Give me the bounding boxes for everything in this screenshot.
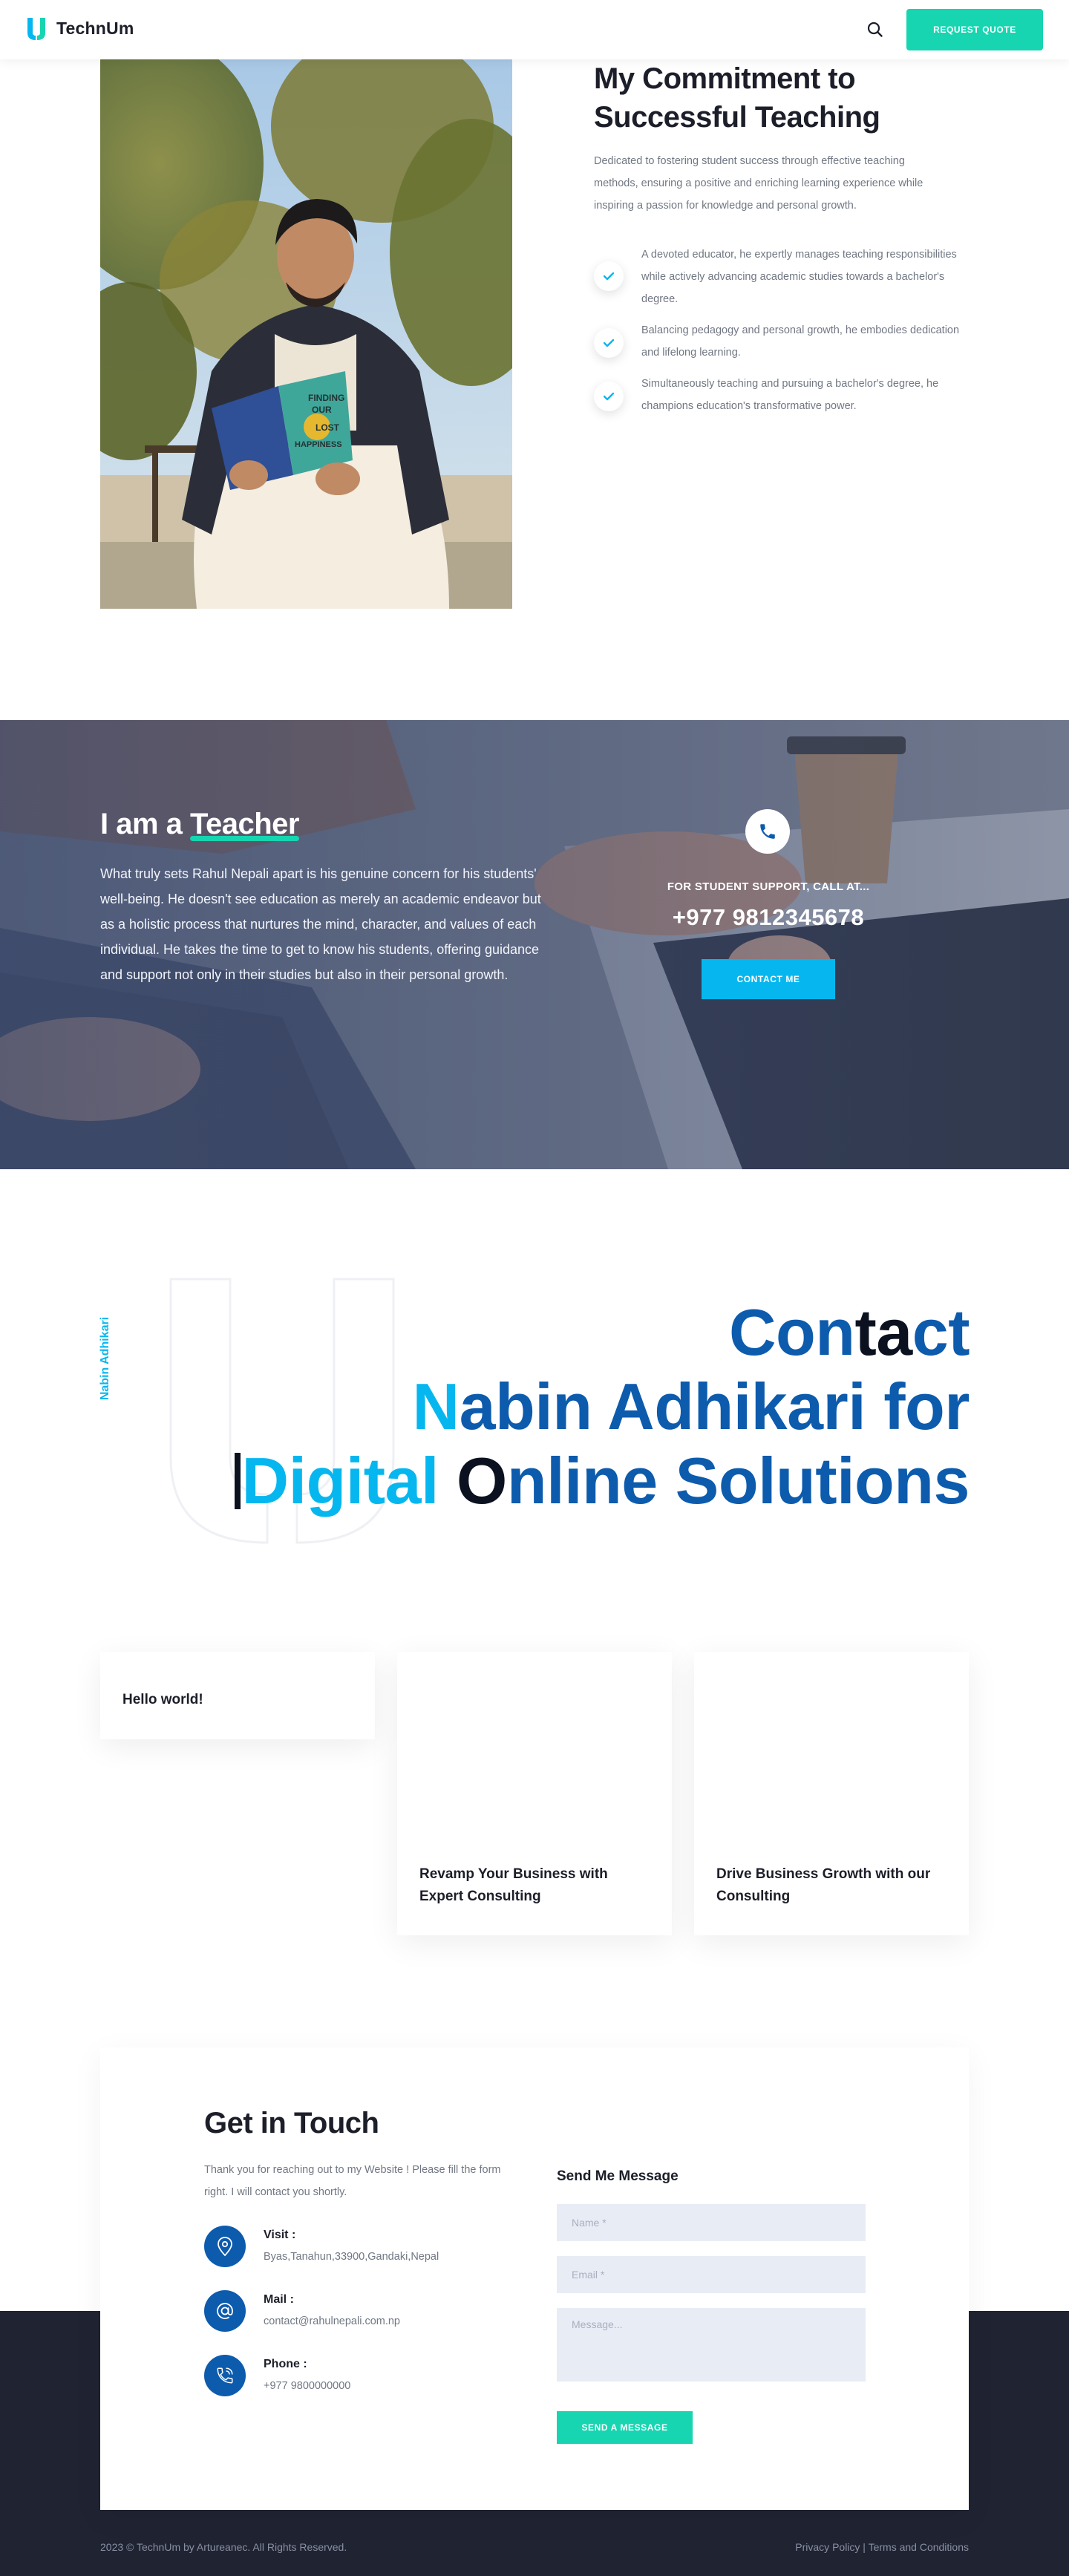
touch-description: Thank you for reaching out to my Website… [204, 2164, 501, 2198]
teacher-photo: FINDING OUR LOST HAPPINESS [100, 59, 512, 609]
email-field[interactable] [557, 2256, 866, 2293]
site-header: TechnUm REQUEST QUOTE [0, 0, 1069, 59]
teacher-title: I am a Teacher [100, 808, 299, 841]
at-sign-icon [204, 2290, 246, 2332]
terms-link[interactable]: Terms and Conditions [869, 2541, 969, 2553]
teacher-title-highlight-text: Teacher [190, 808, 299, 840]
support-label: FOR STUDENT SUPPORT, CALL AT... [667, 880, 870, 893]
footer-separator: | [860, 2541, 869, 2553]
teacher-title-highlight: Teacher [190, 808, 299, 841]
form-title: Send Me Message [557, 2168, 679, 2184]
check-icon [594, 261, 624, 291]
phone-value[interactable]: +977 9800000000 [264, 2380, 350, 2392]
book-cover-text: HAPPINESS [295, 440, 342, 449]
touch-title: Get in Touch [204, 2107, 379, 2140]
phone-icon [745, 809, 790, 854]
heading-fragment: ct [912, 1295, 970, 1369]
typing-caret [234, 1453, 241, 1509]
list-item: Simultaneously teaching and pursuing a b… [594, 373, 965, 417]
commitment-title: My Commitment to Successful Teaching [594, 59, 980, 137]
footer-links: Privacy Policy | Terms and Conditions [795, 2541, 969, 2553]
contact-heading: Contact Nabin Adhikari for Digital Onlin… [223, 1295, 970, 1518]
touch-title-plain: Get in [204, 2107, 294, 2139]
contact-me-button[interactable]: CONTACT ME [702, 959, 835, 999]
side-label-text: Nabin Adhikari [99, 1316, 111, 1401]
logo-mark-icon [27, 18, 45, 40]
heading-fragment: abin Adhikari for [459, 1370, 970, 1443]
send-message-button[interactable]: SEND A MESSAGE [557, 2411, 693, 2444]
point-text: A devoted educator, he expertly manages … [641, 249, 957, 305]
check-icon [594, 382, 624, 411]
book-cover-text: FINDING [308, 393, 344, 403]
logo-text: TechnUm [56, 18, 134, 38]
book-cover-text: OUR [312, 405, 332, 415]
heading-fragment [439, 1444, 457, 1517]
side-label: Nabin Adhikari [98, 1307, 113, 1410]
touch-title-highlight: Touch [293, 2107, 379, 2139]
phone-ringing-icon [204, 2355, 246, 2396]
request-quote-button[interactable]: REQUEST QUOTE [906, 9, 1043, 50]
support-phone-number[interactable]: +977 9812345678 [653, 904, 883, 931]
check-icon [594, 328, 624, 358]
blog-card[interactable]: Revamp Your Business with Expert Consult… [397, 1652, 672, 1935]
copyright: 2023 © TechnUm by Artureanec. All Rights… [100, 2541, 347, 2553]
card-title[interactable]: Revamp Your Business with Expert Consult… [419, 1863, 642, 1908]
commitment-title-line1: My Commitment to [594, 62, 856, 95]
commitment-title-highlight: Teaching [754, 98, 880, 137]
list-item: A devoted educator, he expertly manages … [594, 243, 965, 310]
teacher-description: What truly sets Rahul Nepali apart is hi… [100, 866, 541, 982]
card-title[interactable]: Drive Business Growth with our Consultin… [716, 1863, 939, 1908]
teacher-title-plain: I am a [100, 808, 191, 840]
visit-value: Byas,Tanahun,33900,Gandaki,Nepal [264, 2251, 439, 2263]
heading-fragment: nline Solutions [506, 1444, 970, 1517]
card-title[interactable]: Hello world! [122, 1689, 353, 1711]
point-text: Balancing pedagogy and personal growth, … [641, 324, 960, 359]
blog-card[interactable]: Hello world! [100, 1652, 375, 1739]
commitment-title-plain: Successful [594, 101, 755, 134]
list-item: Balancing pedagogy and personal growth, … [594, 319, 965, 364]
heading-fragment: O [456, 1444, 507, 1517]
location-icon [204, 2226, 246, 2267]
heading-fragment: Con [728, 1295, 855, 1369]
visit-label: Visit : [264, 2229, 296, 2241]
message-field[interactable] [557, 2308, 866, 2382]
mail-value[interactable]: contact@rahulnepali.com.np [264, 2315, 400, 2327]
search-icon[interactable] [866, 20, 885, 39]
commitment-description: Dedicated to fostering student success t… [594, 155, 923, 212]
logo[interactable]: TechnUm [25, 16, 134, 40]
heading-fragment: N [412, 1370, 460, 1443]
point-text: Simultaneously teaching and pursuing a b… [641, 378, 939, 412]
phone-label: Phone : [264, 2358, 307, 2370]
heading-fragment: Digital [241, 1444, 439, 1517]
book-cover-text: LOST [316, 422, 340, 433]
blog-card[interactable]: Drive Business Growth with our Consultin… [694, 1652, 969, 1935]
mail-label: Mail : [264, 2293, 294, 2306]
privacy-policy-link[interactable]: Privacy Policy [795, 2541, 860, 2553]
heading-fragment: ta [854, 1295, 913, 1369]
commitment-points: A devoted educator, he expertly manages … [594, 243, 965, 417]
name-field[interactable] [557, 2204, 866, 2241]
